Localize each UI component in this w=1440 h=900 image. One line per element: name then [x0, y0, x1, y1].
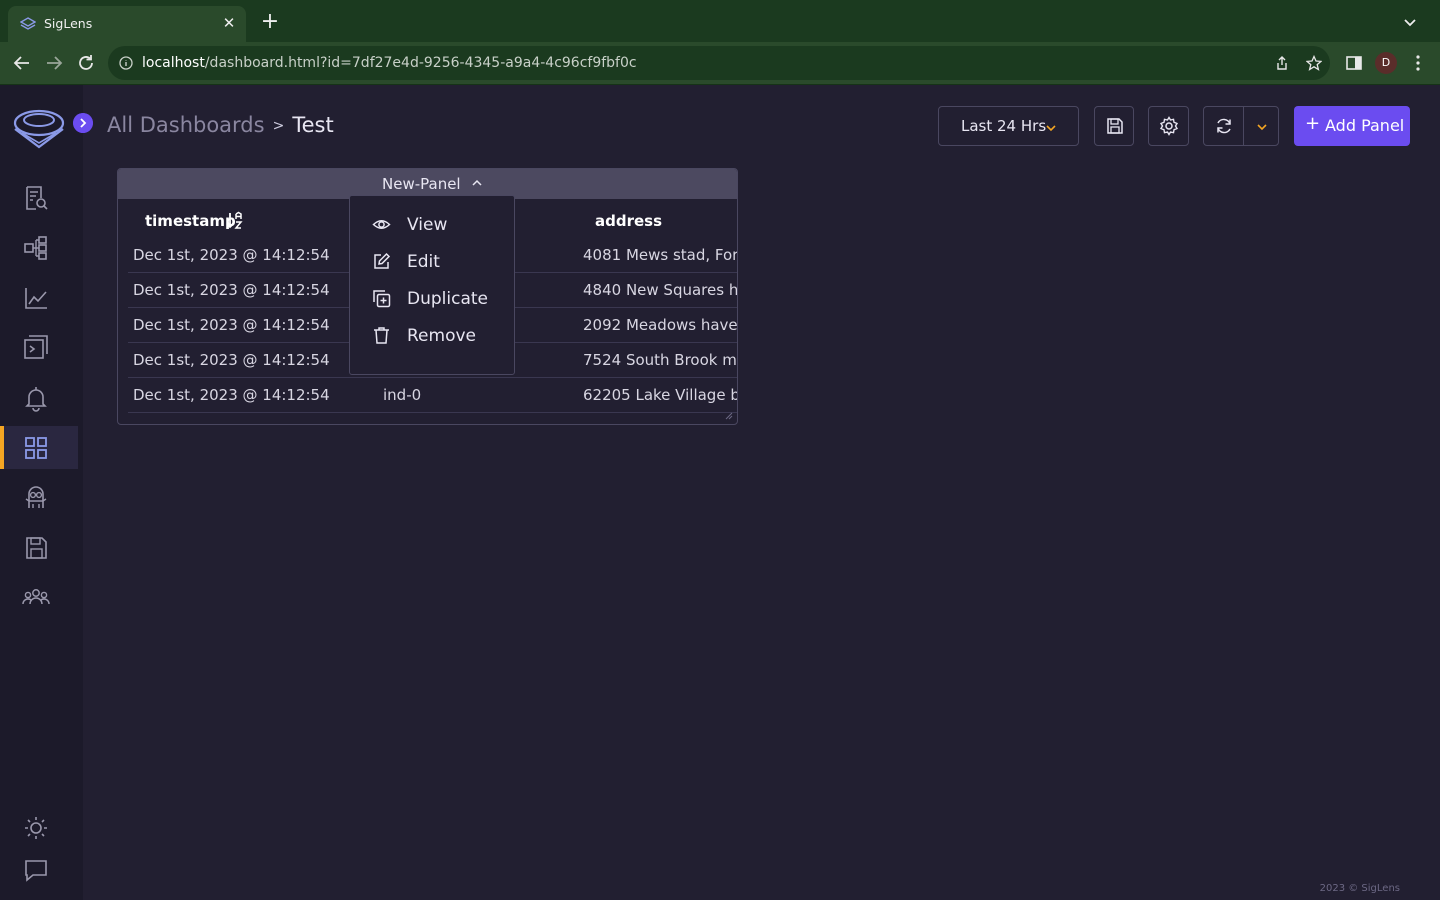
add-panel-label: Add Panel [1325, 116, 1405, 135]
back-icon[interactable] [12, 53, 32, 73]
sidebar [0, 85, 83, 900]
cell-timestamp: Dec 1st, 2023 @ 14:12:54 [133, 386, 330, 404]
url-host: localhost [142, 55, 205, 71]
profile-avatar[interactable]: D [1375, 52, 1397, 74]
sidebar-item-saved-queries-icon[interactable] [22, 534, 50, 562]
browser-tab-bar: SigLens ✕ + [0, 0, 1440, 42]
breadcrumb-all-dashboards-link[interactable]: All Dashboards [107, 113, 265, 137]
sidebar-item-minion-searches-icon[interactable] [22, 484, 50, 512]
cell-address: 4840 New Squares ha [583, 281, 738, 299]
menu-item-label: Edit [407, 252, 440, 272]
sidebar-item-my-org-icon[interactable] [22, 584, 50, 612]
menu-item-remove[interactable]: Remove [350, 317, 514, 354]
breadcrumb: All Dashboards > Test [107, 113, 334, 137]
time-range-picker-button[interactable]: Last 24 Hrs [938, 106, 1079, 146]
refresh-interval-dropdown[interactable] [1243, 106, 1279, 146]
cell-timestamp: Dec 1st, 2023 @ 14:12:54 [133, 246, 330, 264]
site-info-icon[interactable] [119, 56, 133, 70]
cell-address: 7524 South Brook mo. [583, 351, 738, 369]
menu-item-edit[interactable]: Edit [350, 243, 514, 280]
menu-item-view[interactable]: View [350, 206, 514, 243]
sidebar-item-dashboards-icon[interactable] [22, 434, 50, 462]
chevron-up-icon[interactable] [472, 179, 482, 187]
add-panel-button[interactable]: + Add Panel [1294, 106, 1410, 146]
panel-resize-handle-icon[interactable] [725, 412, 733, 420]
table-row: Dec 1st, 2023 @ 14:12:54 ind-0 62205 Lak… [128, 378, 737, 413]
browser-toolbar: localhost/dashboard.html?id=7df27e4d-925… [0, 42, 1440, 85]
refresh-icon [1217, 118, 1231, 134]
cell-address: 2092 Meadows haven, [583, 316, 738, 334]
siglens-logo-icon[interactable] [12, 103, 68, 149]
cell-timestamp: Dec 1st, 2023 @ 14:12:54 [133, 316, 330, 334]
dashboard-settings-button[interactable] [1148, 106, 1189, 146]
refresh-dashboard-button[interactable] [1203, 106, 1244, 146]
sidebar-item-alerts-bell-icon[interactable] [22, 384, 50, 412]
cell-timestamp: Dec 1st, 2023 @ 14:12:54 [133, 281, 330, 299]
menu-item-label: View [407, 215, 448, 235]
column-header-timestamp[interactable]: timestamp [145, 212, 236, 230]
panel-title[interactable]: New-Panel [382, 175, 461, 193]
forward-icon[interactable] [44, 53, 64, 73]
tab-search-icon[interactable] [1402, 14, 1418, 30]
sidebar-expand-chevron-icon[interactable] [73, 113, 93, 133]
new-tab-icon[interactable]: + [259, 11, 281, 34]
url-text: localhost/dashboard.html?id=7df27e4d-925… [142, 55, 637, 71]
cell-index: ind-0 [383, 386, 422, 404]
cell-address: 62205 Lake Village bu [583, 386, 738, 404]
side-panel-icon[interactable] [1345, 54, 1363, 72]
sidebar-item-live-tail-icon[interactable] [22, 334, 50, 362]
bookmark-star-icon[interactable] [1306, 55, 1322, 71]
trash-icon [374, 327, 389, 344]
breadcrumb-current-dashboard: Test [292, 113, 334, 137]
plus-icon: + [1305, 113, 1321, 134]
tab-title: SigLens [44, 16, 93, 31]
chevron-down-icon [1046, 125, 1056, 132]
chevron-down-icon [1257, 124, 1267, 131]
browser-menu-icon[interactable] [1409, 54, 1427, 72]
edit-icon [374, 252, 391, 269]
app-root: All Dashboards > Test Last 24 Hrs + Add … [0, 85, 1440, 900]
gear-icon [1159, 116, 1179, 136]
breadcrumb-separator: > [272, 118, 285, 134]
share-icon[interactable] [1274, 55, 1290, 71]
tab-close-icon[interactable]: ✕ [220, 14, 238, 32]
column-header-address[interactable]: address [595, 212, 662, 230]
cell-address: 4081 Mews stad, Fort [583, 246, 738, 264]
address-bar[interactable]: localhost/dashboard.html?id=7df27e4d-925… [108, 46, 1330, 80]
theme-toggle-sun-icon[interactable] [22, 814, 50, 842]
sort-az-icon[interactable] [226, 211, 244, 230]
save-floppy-icon [1107, 118, 1123, 134]
footer-copyright: 2023 © SigLens [1319, 883, 1400, 894]
save-dashboard-button[interactable] [1094, 106, 1134, 146]
siglens-favicon-icon [20, 17, 36, 30]
sidebar-item-metrics-icon[interactable] [22, 284, 50, 312]
browser-tab[interactable]: SigLens ✕ [8, 6, 246, 42]
duplicate-icon [373, 290, 391, 308]
eye-icon [372, 220, 391, 229]
reload-icon[interactable] [76, 53, 96, 73]
sidebar-item-tracing-icon[interactable] [22, 234, 50, 262]
feedback-chat-icon[interactable] [22, 856, 50, 884]
menu-item-label: Duplicate [407, 289, 488, 309]
url-path: /dashboard.html?id=7df27e4d-9256-4345-a9… [204, 55, 637, 71]
menu-item-label: Remove [407, 326, 476, 346]
time-range-label: Last 24 Hrs [961, 117, 1047, 135]
panel-options-menu: View Edit Duplicate Remove [349, 195, 515, 375]
sidebar-item-logs-search-icon[interactable] [22, 184, 50, 212]
cell-timestamp: Dec 1st, 2023 @ 14:12:54 [133, 351, 330, 369]
menu-item-duplicate[interactable]: Duplicate [350, 280, 514, 317]
